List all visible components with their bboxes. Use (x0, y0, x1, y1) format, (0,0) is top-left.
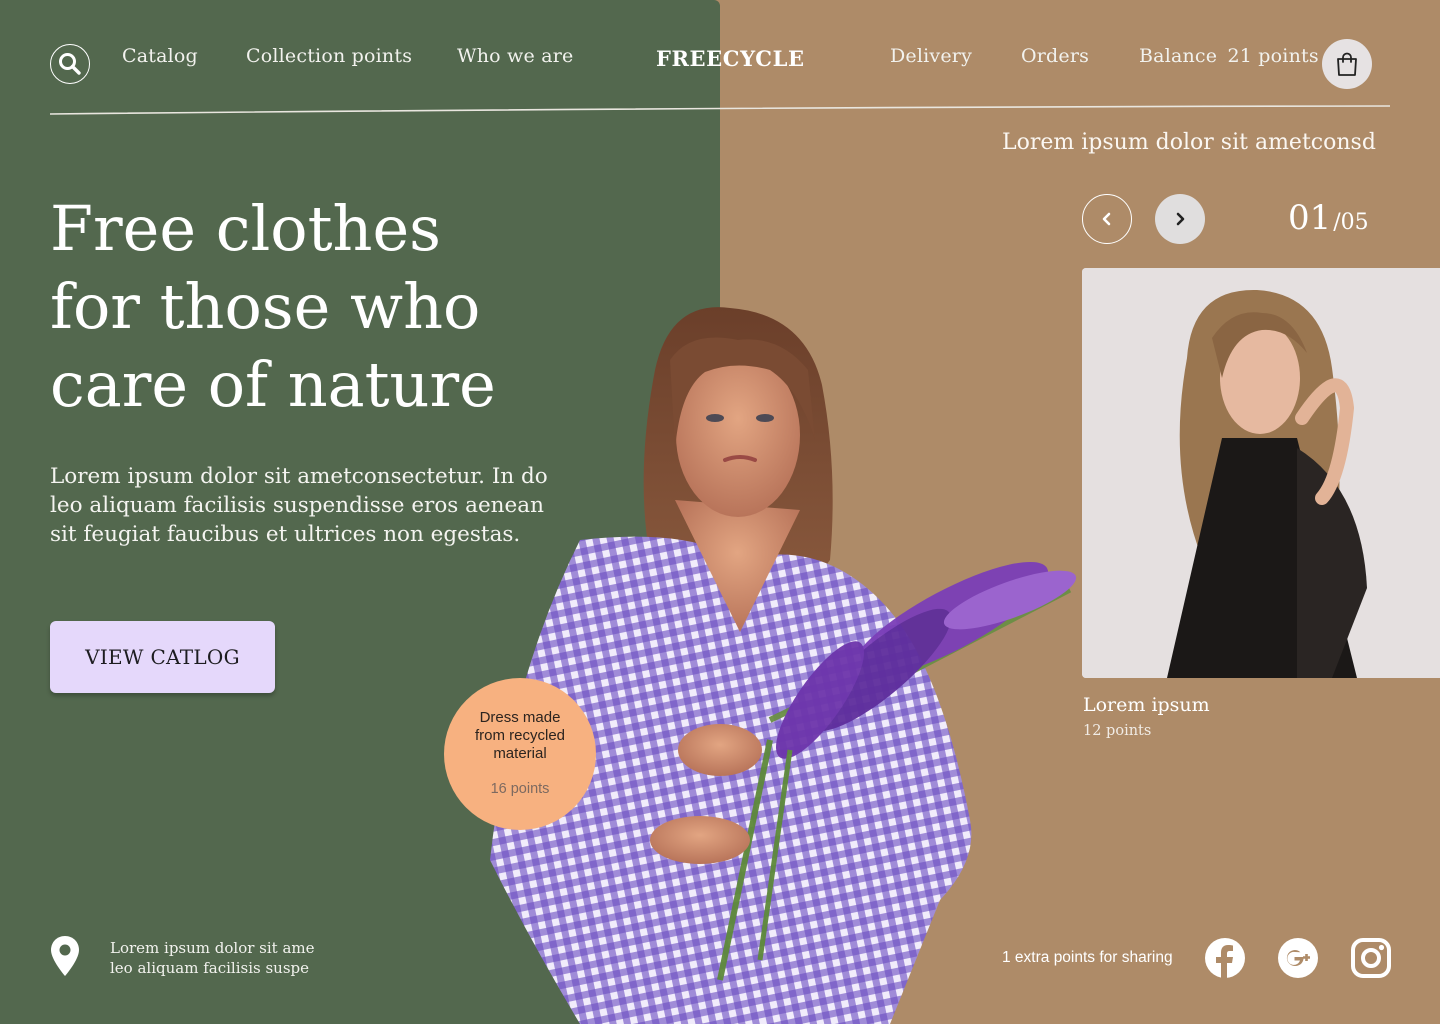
address-line: Lorem ipsum dolor sit ame (110, 939, 315, 957)
slide-total: /05 (1333, 210, 1369, 235)
product-card-image[interactable] (1082, 268, 1440, 678)
slider-prev-button[interactable] (1082, 194, 1132, 244)
balance-value: 21 points (1227, 45, 1319, 67)
hero-title-line: Free clothes (50, 192, 441, 265)
slider-next-button[interactable] (1155, 194, 1205, 244)
product-card-title[interactable]: Lorem ipsum (1083, 694, 1210, 716)
search-button[interactable] (50, 44, 90, 84)
nav-link-collection-points[interactable]: Collection points (246, 45, 412, 67)
view-catalog-button[interactable]: VIEW CATLOG (50, 621, 275, 693)
nav-link-delivery[interactable]: Delivery (890, 45, 972, 67)
cart-button[interactable] (1322, 39, 1372, 89)
instagram-icon[interactable] (1351, 938, 1391, 978)
google-plus-icon[interactable] (1278, 938, 1318, 978)
balance-label: Balance (1139, 45, 1218, 67)
badge-description: Dress made from recycled material (474, 709, 566, 762)
balance-display[interactable]: Balance 21 points (1139, 45, 1319, 67)
model-photo (490, 307, 1077, 1024)
chevron-left-icon (1102, 212, 1111, 226)
slide-counter: 01/05 (1288, 198, 1369, 238)
chevron-right-icon (1176, 212, 1185, 226)
slide-current: 01 (1288, 198, 1332, 238)
featured-product-badge[interactable]: Dress made from recycled material 16 poi… (444, 678, 596, 830)
shopping-bag-icon (1337, 52, 1357, 76)
product-card-points: 12 points (1083, 723, 1152, 739)
brand-logo[interactable]: FREECYCLE (656, 46, 805, 71)
header-divider (50, 105, 1390, 115)
search-icon (59, 53, 81, 75)
product-card-photo (1082, 268, 1440, 678)
address-line: leo aliquam facilisis suspe (110, 958, 309, 977)
address: Lorem ipsum dolor sit ame leo aliquam fa… (110, 939, 315, 978)
slider-tagline: Lorem ipsum dolor sit ametconsd (1002, 130, 1376, 155)
share-text: 1 extra points for sharing (1002, 949, 1173, 966)
badge-points: 16 points (490, 781, 550, 797)
location-pin-icon (51, 936, 79, 976)
nav-link-catalog[interactable]: Catalog (122, 45, 198, 67)
facebook-icon[interactable] (1205, 938, 1245, 978)
nav-link-orders[interactable]: Orders (1021, 45, 1089, 67)
nav-link-who-we-are[interactable]: Who we are (457, 45, 573, 67)
